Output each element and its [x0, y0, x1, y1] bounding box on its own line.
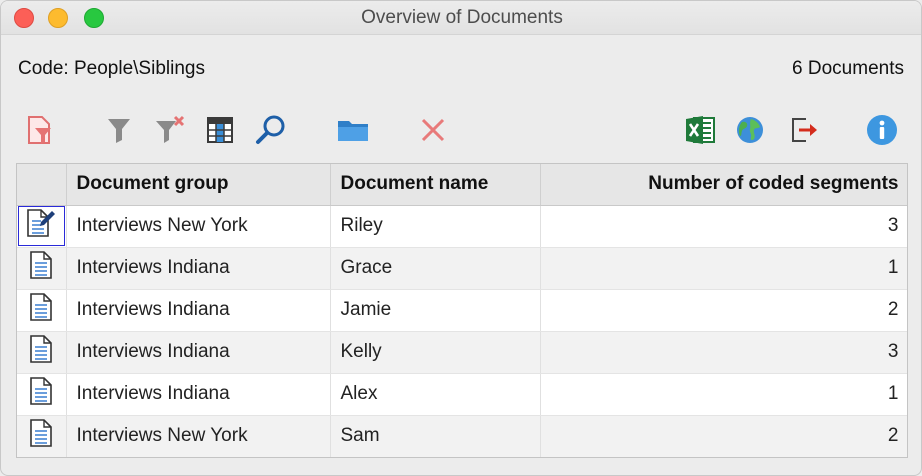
edit-document-icon — [27, 209, 56, 237]
table-row[interactable]: Interviews New York Riley 3 — [17, 205, 907, 248]
info-icon — [867, 115, 897, 145]
table-row[interactable]: Interviews Indiana Grace 1 — [17, 247, 907, 290]
documents-table: Document group Document name Number of c… — [16, 163, 908, 458]
table-row[interactable]: Interviews New York Sam 2 — [17, 415, 907, 457]
column-header-document-name[interactable]: Document name — [330, 164, 541, 206]
document-name-cell[interactable]: Grace — [330, 247, 541, 290]
text-document-icon — [30, 251, 53, 279]
document-count: 6 Documents — [792, 58, 904, 79]
text-document-icon — [30, 377, 53, 405]
text-document-icon — [30, 419, 53, 447]
document-group-cell[interactable]: Interviews New York — [66, 415, 331, 457]
document-group-cell[interactable]: Interviews Indiana — [66, 373, 331, 416]
text-document-icon — [30, 293, 53, 321]
table-row[interactable]: Interviews Indiana Jamie 2 — [17, 289, 907, 332]
document-group-cell[interactable]: Interviews New York — [66, 205, 331, 248]
document-name-cell[interactable]: Alex — [330, 373, 541, 416]
document-name-cell[interactable]: Kelly — [330, 331, 541, 374]
document-name-cell[interactable]: Sam — [330, 415, 541, 457]
info-button[interactable] — [865, 113, 899, 147]
document-icon-cell[interactable] — [17, 205, 67, 248]
column-header-coded-segments[interactable]: Number of coded segments — [540, 164, 907, 206]
open-document-button[interactable] — [336, 113, 370, 147]
delete-icon — [421, 118, 445, 142]
funnel-clear-icon — [156, 115, 185, 143]
search-icon — [256, 115, 285, 144]
clear-filter-button[interactable] — [153, 113, 187, 147]
globe-icon — [737, 117, 763, 143]
coded-segments-cell[interactable]: 1 — [540, 247, 907, 290]
overview-window: Overview of Documents Code: People\Sibli… — [0, 0, 922, 476]
folder-icon — [338, 121, 368, 141]
coded-segments-cell[interactable]: 2 — [540, 415, 907, 457]
document-icon-cell[interactable] — [17, 415, 67, 457]
filter-button[interactable] — [102, 113, 136, 147]
columns-icon — [207, 117, 233, 143]
search-button[interactable] — [254, 113, 288, 147]
columns-button[interactable] — [203, 113, 237, 147]
text-document-icon — [30, 335, 53, 363]
title-bar: Overview of Documents — [1, 1, 921, 35]
excel-icon — [686, 116, 715, 144]
coded-segments-cell[interactable]: 3 — [540, 331, 907, 374]
coded-segments-cell[interactable]: 3 — [540, 205, 907, 248]
window-title: Overview of Documents — [361, 7, 563, 28]
export-icon — [792, 118, 817, 142]
filter-document-button[interactable] — [23, 113, 57, 147]
code-label: Code: People\Siblings — [18, 58, 205, 79]
delete-button[interactable] — [416, 113, 450, 147]
export-html-button[interactable] — [733, 113, 767, 147]
document-group-cell[interactable]: Interviews Indiana — [66, 247, 331, 290]
document-icon-cell[interactable] — [17, 331, 67, 374]
table-row[interactable]: Interviews Indiana Kelly 3 — [17, 331, 907, 374]
document-group-cell[interactable]: Interviews Indiana — [66, 331, 331, 374]
funnel-icon — [108, 119, 130, 143]
column-header-icon[interactable] — [17, 164, 67, 206]
document-icon-cell[interactable] — [17, 289, 67, 332]
table-header-row: Document group Document name Number of c… — [17, 164, 907, 206]
document-icon-cell[interactable] — [17, 247, 67, 290]
export-excel-button[interactable] — [683, 113, 717, 147]
document-group-cell[interactable]: Interviews Indiana — [66, 289, 331, 332]
coded-segments-cell[interactable]: 1 — [540, 373, 907, 416]
filter-document-icon — [28, 116, 51, 144]
table-row[interactable]: Interviews Indiana Alex 1 — [17, 373, 907, 416]
coded-segments-cell[interactable]: 2 — [540, 289, 907, 332]
document-icon-cell[interactable] — [17, 373, 67, 416]
column-header-document-group[interactable]: Document group — [66, 164, 331, 206]
export-button[interactable] — [787, 113, 821, 147]
document-name-cell[interactable]: Jamie — [330, 289, 541, 332]
document-name-cell[interactable]: Riley — [330, 205, 541, 248]
